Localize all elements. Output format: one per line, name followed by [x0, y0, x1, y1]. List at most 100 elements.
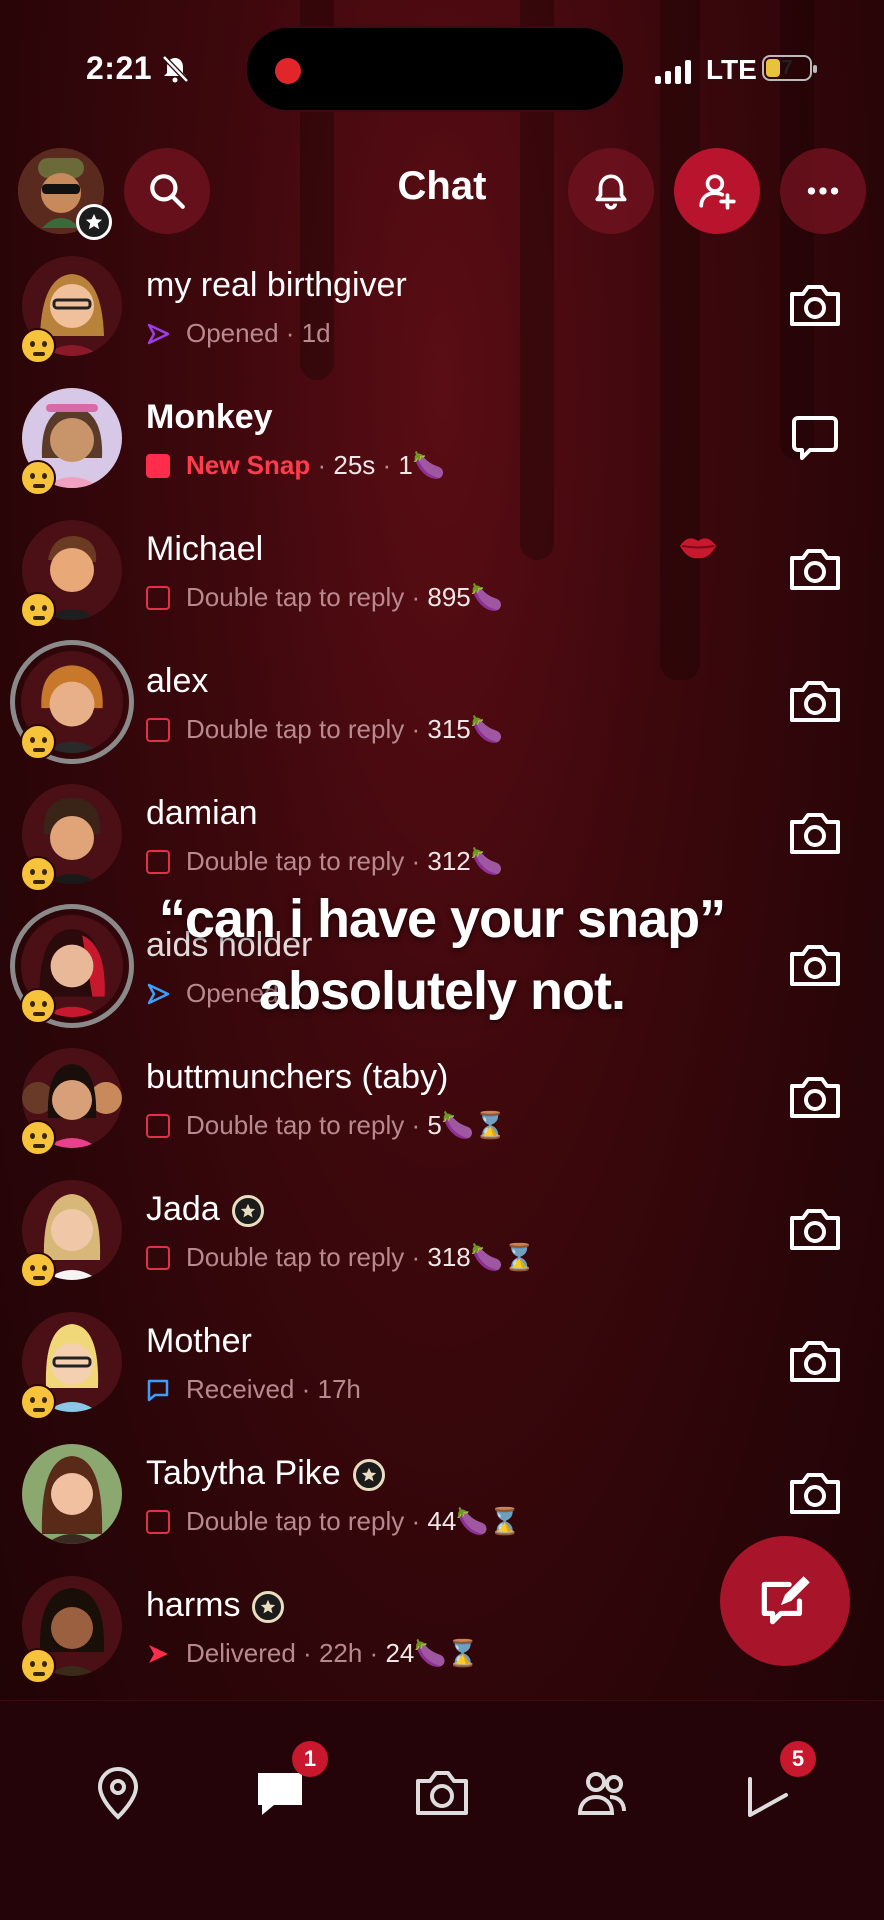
chat-badge: 1 [292, 1741, 328, 1777]
chat-name: harms [146, 1586, 285, 1625]
chat-row[interactable]: Michael Double tap to reply · 895🍆 [0, 508, 884, 640]
streak-count: 44🍆⌛ [427, 1506, 522, 1536]
network-type: LTE [706, 54, 757, 85]
separator: · [404, 846, 428, 876]
status-time: 2:21 [86, 50, 153, 86]
streak-count: 895🍆 [427, 582, 504, 612]
camera-icon[interactable] [788, 1072, 842, 1120]
chat-status: Double tap to reply · 895🍆 [146, 582, 503, 613]
chat-status: Received · 17h [146, 1374, 361, 1405]
stories-badge: 5 [780, 1741, 816, 1777]
recording-dot [275, 58, 301, 84]
separator: · [404, 714, 428, 744]
status-text: Double tap to reply [186, 714, 405, 744]
chat-status: Opened · 1d [146, 318, 331, 349]
dynamic-island [245, 26, 625, 112]
camera-icon[interactable] [788, 280, 842, 328]
nav-spotlight[interactable]: 5 [740, 1741, 816, 1821]
chat-row[interactable]: Mother Received · 17h [0, 1300, 884, 1432]
chat-name-text: Tabytha Pike [146, 1454, 341, 1492]
unread-snap-icon [146, 1245, 170, 1270]
separator: · [404, 1506, 428, 1536]
kiss-emoji-icon [20, 1120, 56, 1156]
status-time: 1d [301, 318, 331, 348]
silent-bell-icon [162, 55, 189, 83]
status-text: Opened [186, 318, 279, 348]
nav-map[interactable] [90, 1765, 146, 1821]
streak-count: 312🍆 [427, 846, 504, 876]
star-icon [76, 204, 112, 240]
chat-row[interactable]: buttmunchers (taby) Double tap to reply … [0, 1036, 884, 1168]
camera-icon[interactable] [788, 1468, 842, 1516]
nav-stories[interactable] [576, 1765, 632, 1821]
battery-level: 7 [781, 57, 793, 79]
chat-name-text: harms [146, 1586, 241, 1624]
shush-emoji-icon [20, 460, 56, 496]
camera-icon [416, 1771, 468, 1815]
camera-icon[interactable] [788, 808, 842, 856]
caption-line-2: absolutely not. [258, 961, 626, 1021]
separator: · [404, 1242, 428, 1272]
camera-icon[interactable] [788, 544, 842, 592]
chat-row[interactable]: alex Double tap to reply · 315🍆 [0, 640, 884, 772]
unread-snap-icon [146, 849, 170, 874]
streak-count: 5🍆⌛ [427, 1110, 507, 1140]
chat-row[interactable]: my real birthgiver Opened · 1d [0, 244, 884, 559]
chat-status: Double tap to reply · 315🍆 [146, 714, 503, 745]
opened-arrow-icon [147, 323, 170, 344]
status-time: 22h [318, 1638, 363, 1668]
chat-status: New Snap · 25s · 1🍆 [146, 450, 445, 481]
nav-chat[interactable]: 1 [252, 1741, 328, 1821]
add-friend-icon [699, 174, 736, 210]
chat-row[interactable]: Jada Double tap to reply · 318🍆⌛ [0, 1168, 884, 1300]
chat-name: alex [146, 662, 209, 700]
battery-icon: 7 [762, 55, 817, 81]
status-text: Received [186, 1374, 295, 1404]
unread-snap-icon [146, 585, 170, 610]
camera-icon[interactable] [788, 1204, 842, 1252]
chat-name: damian [146, 794, 258, 832]
signal-bars-icon [655, 60, 691, 84]
new-snap-icon [146, 453, 170, 478]
chat-header: Chat [0, 140, 884, 240]
chat-bubble-icon[interactable] [788, 412, 842, 460]
chat-row[interactable]: Monkey New Snap · 25s · 1🍆 [0, 376, 884, 508]
chat-status: Double tap to reply · 318🍆⌛ [146, 1242, 536, 1273]
nav-camera[interactable] [414, 1765, 470, 1821]
status-text: Double tap to reply [186, 582, 405, 612]
status-text: Double tap to reply [186, 1506, 405, 1536]
more-options-button[interactable] [780, 148, 866, 234]
compose-icon [761, 1576, 810, 1625]
separator: · [404, 1110, 428, 1140]
separator: · [375, 450, 399, 480]
separator: · [294, 1374, 318, 1404]
shush-emoji-icon [20, 592, 56, 628]
chat-row[interactable]: damian Double tap to reply · 312🍆 [0, 772, 884, 904]
chat-name-text: Jada [146, 1190, 220, 1228]
chat-name: Mother [146, 1322, 252, 1360]
streak-count: 318🍆⌛ [427, 1242, 536, 1272]
received-chat-icon [147, 1379, 169, 1401]
status-time: 25s [333, 450, 376, 480]
chat-status: Double tap to reply · 312🍆 [146, 846, 503, 877]
new-chat-button[interactable] [720, 1536, 850, 1666]
bottom-nav: 1 5 [0, 1700, 884, 1920]
chat-status: Double tap to reply · 44🍆⌛ [146, 1506, 521, 1537]
add-friend-button[interactable] [674, 148, 760, 234]
separator: · [278, 318, 302, 348]
streak-count: 1🍆 [398, 450, 446, 480]
shush-emoji-icon [20, 1384, 56, 1420]
shush-emoji-icon [20, 1648, 56, 1684]
camera-icon[interactable] [788, 1336, 842, 1384]
delivered-arrow-icon [149, 1644, 168, 1663]
camera-icon[interactable] [788, 676, 842, 724]
unread-snap-icon [146, 1509, 170, 1534]
separator: · [362, 1638, 386, 1668]
friends-icon [577, 1772, 626, 1815]
separator: · [404, 582, 428, 612]
notifications-button[interactable] [568, 148, 654, 234]
avatar [22, 1444, 122, 1544]
unread-snap-icon [146, 717, 170, 742]
shush-emoji-icon [20, 1252, 56, 1288]
chat-name: Tabytha Pike [146, 1454, 385, 1493]
